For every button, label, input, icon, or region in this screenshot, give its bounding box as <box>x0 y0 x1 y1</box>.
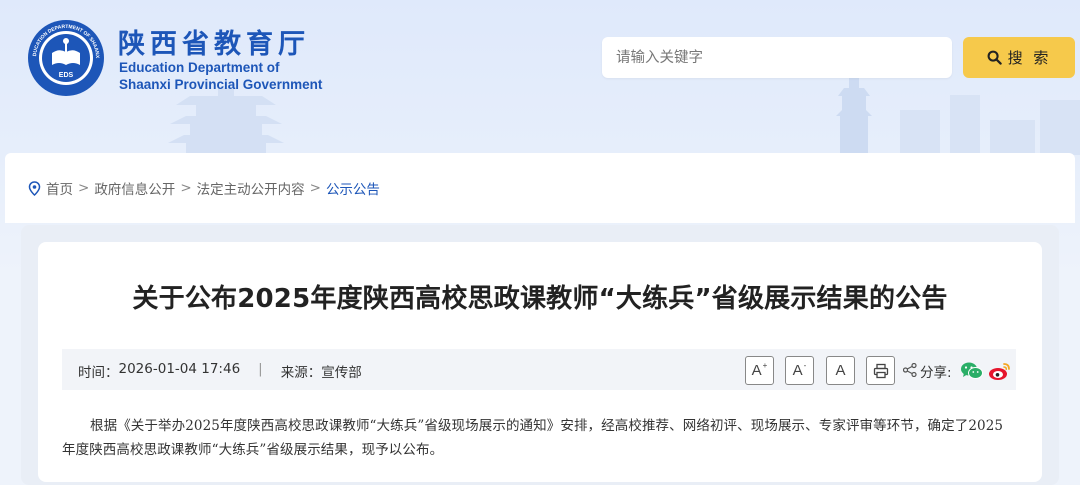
breadcrumb-announcements[interactable]: 公示公告 <box>326 178 380 198</box>
article-body: 根据《关于举办2025年度陕西高校思政课教师“大练兵”省级现场展示的通知》安排，… <box>62 418 1004 458</box>
font-size-large-button[interactable]: A + <box>745 356 774 385</box>
emblem-logo: EDS EDUCATION DEPARTMENT OF SHAANXI <box>27 19 104 96</box>
location-pin-icon <box>28 180 41 196</box>
site-title-cn: 陕西省教育厅 <box>118 29 310 60</box>
breadcrumb-gov-info[interactable]: 政府信息公开 <box>94 178 175 198</box>
site-title-en: Education Department of Shaanxi Provinci… <box>119 59 322 93</box>
search-input[interactable] <box>602 37 952 78</box>
print-button[interactable] <box>866 356 895 385</box>
breadcrumb-separator: > <box>180 180 192 196</box>
site-title-en-line2: Shaanxi Provincial Government <box>119 77 323 92</box>
time-label: 时间： <box>78 365 119 381</box>
breadcrumb-separator: > <box>78 180 90 196</box>
font-large-label: A <box>751 362 762 379</box>
share-label: 分享: <box>920 365 952 381</box>
emblem-text: EDS <box>59 72 74 79</box>
breadcrumb: 首页 > 政府信息公开 > 法定主动公开内容 > 公示公告 <box>28 178 380 198</box>
breadcrumb-statutory-content[interactable]: 法定主动公开内容 <box>197 178 305 198</box>
weibo-icon[interactable] <box>988 361 1012 381</box>
article-meta: 时间： 2026-01-04 17:46 | 来源： 宣传部 <box>78 361 362 381</box>
search-button-label: 搜 索 <box>1007 49 1052 67</box>
source-label: 来源： <box>280 365 322 381</box>
share-icon <box>903 363 917 377</box>
article-title: 关于公布2025年度陕西高校思政课教师“大练兵”省级展示结果的公告 <box>132 284 948 314</box>
wechat-icon[interactable] <box>960 361 984 381</box>
source-value: 宣传部 <box>321 365 362 381</box>
search-button[interactable]: 搜 索 <box>963 37 1075 78</box>
print-icon <box>873 363 888 378</box>
font-size-medium-button[interactable]: A- <box>785 356 814 385</box>
site-title-en-line1: Education Department of <box>119 60 280 75</box>
breadcrumb-home[interactable]: 首页 <box>46 178 73 198</box>
minus-icon: - <box>803 361 807 370</box>
font-small-label: A <box>835 362 846 379</box>
font-medium-label: A <box>792 362 803 379</box>
font-size-small-button[interactable]: A <box>826 356 855 385</box>
publish-time: 2026-01-04 17:46 <box>118 361 241 377</box>
search-icon <box>987 50 1002 65</box>
breadcrumb-separator: > <box>309 180 321 196</box>
plus-icon: + <box>762 361 768 370</box>
